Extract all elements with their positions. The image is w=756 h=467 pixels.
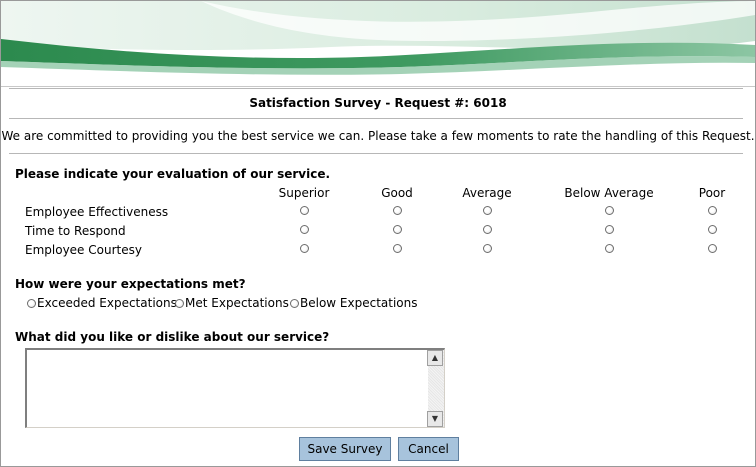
banner-wave-graphic xyxy=(1,1,755,87)
intro-text: We are committed to providing you the be… xyxy=(1,129,755,143)
scroll-up-arrow-icon[interactable]: ▲ xyxy=(427,350,443,366)
radio-respond-poor[interactable] xyxy=(708,225,717,234)
radio-respond-superior[interactable] xyxy=(300,225,309,234)
scroll-down-arrow-icon[interactable]: ▼ xyxy=(427,411,443,427)
radio-effectiveness-superior[interactable] xyxy=(300,206,309,215)
radio-effectiveness-below-average[interactable] xyxy=(605,206,614,215)
option-met-label: Met Expectations xyxy=(185,296,289,310)
option-exceeded-label: Exceeded Expectations xyxy=(37,296,177,310)
column-average: Average xyxy=(462,186,512,200)
radio-effectiveness-good[interactable] xyxy=(393,206,402,215)
comments-scrollbar[interactable]: ▲ ▼ xyxy=(427,350,444,427)
option-below-expectations[interactable]: Below Expectations xyxy=(290,296,418,310)
radio-courtesy-superior[interactable] xyxy=(300,244,309,253)
intro-divider xyxy=(9,153,743,154)
save-survey-button[interactable]: Save Survey xyxy=(299,437,391,461)
radio-courtesy-average[interactable] xyxy=(483,244,492,253)
cancel-button[interactable]: Cancel xyxy=(398,437,459,461)
title-divider xyxy=(9,118,743,119)
option-met-expectations[interactable]: Met Expectations xyxy=(175,296,289,310)
option-below-label: Below Expectations xyxy=(300,296,418,310)
radio-below-expectations[interactable] xyxy=(290,299,299,308)
column-below-average: Below Average xyxy=(564,186,654,200)
evaluation-heading: Please indicate your evaluation of our s… xyxy=(15,167,331,181)
comments-textarea[interactable] xyxy=(25,348,445,428)
radio-courtesy-good[interactable] xyxy=(393,244,402,253)
header-banner xyxy=(1,1,755,87)
option-exceeded-expectations[interactable]: Exceeded Expectations xyxy=(27,296,177,310)
radio-effectiveness-poor[interactable] xyxy=(708,206,717,215)
row-label-employee-effectiveness: Employee Effectiveness xyxy=(25,205,169,219)
radio-respond-below-average[interactable] xyxy=(605,225,614,234)
radio-courtesy-below-average[interactable] xyxy=(605,244,614,253)
comments-heading: What did you like or dislike about our s… xyxy=(15,330,330,344)
expectations-heading: How were your expectations met? xyxy=(15,277,246,291)
radio-courtesy-poor[interactable] xyxy=(708,244,717,253)
radio-met-expectations[interactable] xyxy=(175,299,184,308)
top-divider xyxy=(9,88,743,89)
radio-respond-good[interactable] xyxy=(393,225,402,234)
radio-exceeded-expectations[interactable] xyxy=(27,299,36,308)
radio-effectiveness-average[interactable] xyxy=(483,206,492,215)
radio-respond-average[interactable] xyxy=(483,225,492,234)
page-title: Satisfaction Survey - Request #: 6018 xyxy=(249,96,507,110)
column-poor: Poor xyxy=(698,186,726,200)
survey-window: Satisfaction Survey - Request #: 6018 We… xyxy=(0,0,756,467)
row-label-employee-courtesy: Employee Courtesy xyxy=(25,243,142,257)
row-label-time-to-respond: Time to Respond xyxy=(25,224,126,238)
